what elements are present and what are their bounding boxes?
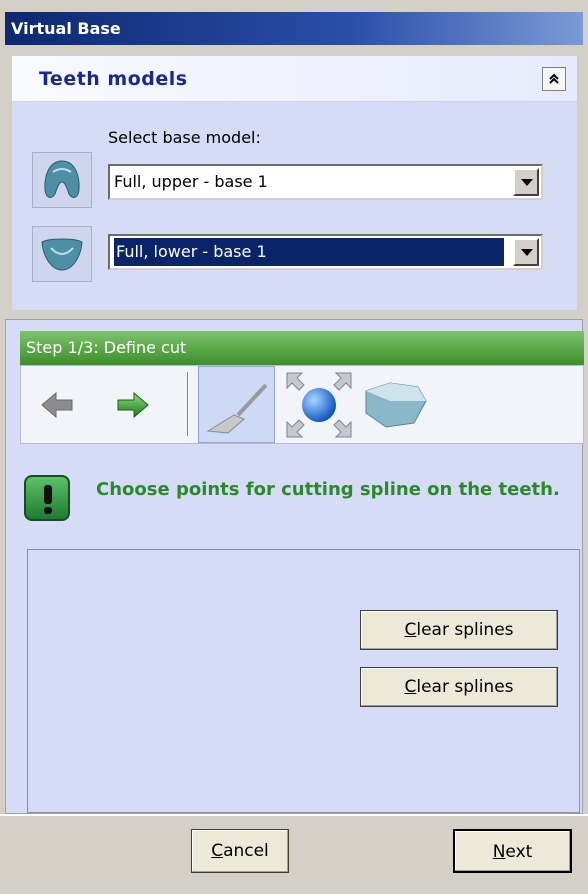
transform-tool-button[interactable]	[283, 366, 355, 443]
upper-base-value: Full, upper - base 1	[114, 172, 268, 191]
chevron-down-icon[interactable]	[513, 168, 539, 196]
clear-splines-button-2[interactable]: Clear splines	[360, 667, 558, 707]
clear-splines-label-2: lear splines	[416, 677, 514, 697]
teeth-models-header: Teeth models	[12, 56, 577, 102]
arrow-left-icon	[41, 391, 73, 418]
next-label: ext	[505, 842, 533, 862]
lower-model-thumb	[32, 226, 92, 282]
cancel-label: ancel	[223, 841, 269, 861]
sphere-expand-icon	[286, 372, 352, 437]
arrow-right-icon	[117, 391, 149, 418]
footer-divider	[0, 814, 588, 816]
step-header: Step 1/3: Define cut	[20, 331, 584, 365]
step-panel: Step 1/3: Define cut Choose points for c…	[5, 319, 584, 814]
cancel-button[interactable]: Cancel	[191, 829, 289, 873]
trowel-icon	[205, 383, 267, 434]
upper-teeth-icon	[44, 160, 80, 198]
lower-base-value: Full, lower - base 1	[113, 237, 505, 267]
base-shape-icon	[365, 381, 427, 428]
forward-button[interactable]	[111, 366, 153, 443]
chevron-up-double-icon	[549, 73, 559, 84]
step-toolbar	[20, 365, 584, 444]
upper-base-dropdown[interactable]: Full, upper - base 1	[108, 164, 543, 200]
clear-splines-button[interactable]: Clear splines	[360, 610, 558, 650]
spline-options-area: Clear splines Clear splines	[27, 549, 580, 813]
next-button[interactable]: Next	[453, 829, 572, 873]
cancel-accelerator: C	[211, 841, 224, 861]
select-base-model-label: Select base model:	[108, 128, 261, 147]
clear-splines-accelerator-2: C	[404, 677, 417, 697]
next-accelerator: N	[492, 842, 506, 862]
window-title: Virtual Base	[5, 12, 583, 45]
lower-teeth-icon	[41, 238, 83, 271]
lower-base-dropdown[interactable]: Full, lower - base 1	[108, 234, 543, 270]
exclamation-icon	[24, 475, 70, 521]
instruction-message: Choose points for cutting spline on the …	[96, 479, 560, 500]
message-row: Choose points for cutting spline on the …	[24, 470, 574, 528]
collapse-button[interactable]	[542, 67, 566, 91]
teeth-models-panel: Teeth models Select base model: Full, up…	[11, 55, 578, 311]
clear-splines-label: lear splines	[416, 620, 514, 640]
clear-splines-accelerator: C	[404, 620, 417, 640]
chevron-down-icon[interactable]	[513, 238, 539, 266]
upper-model-thumb	[32, 152, 92, 208]
toolbar-separator	[187, 372, 189, 436]
base-tool-button[interactable]	[359, 366, 431, 443]
teeth-models-title: Teeth models	[39, 68, 188, 90]
cut-tool-button[interactable]	[198, 366, 275, 443]
back-button[interactable]	[37, 366, 79, 443]
